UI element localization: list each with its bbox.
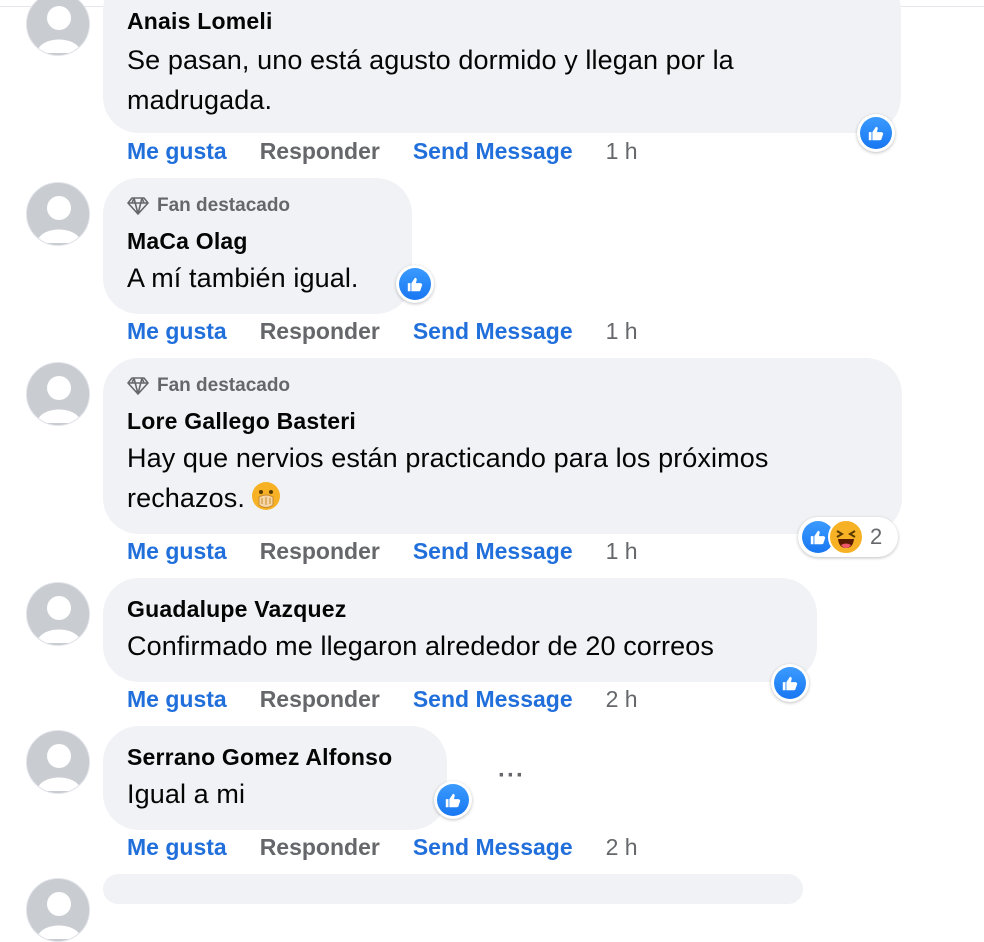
avatar[interactable] xyxy=(26,0,90,56)
like-reaction-badge[interactable] xyxy=(434,781,472,819)
comment-text: A mí también igual. xyxy=(127,258,388,298)
like-reaction-badge[interactable] xyxy=(857,114,895,152)
like-button[interactable]: Me gusta xyxy=(127,318,227,345)
reply-button[interactable]: Responder xyxy=(260,686,380,713)
timestamp[interactable]: 1 h xyxy=(606,538,638,565)
hand-over-mouth-emoji xyxy=(251,481,281,522)
like-reaction-badge[interactable] xyxy=(771,664,809,702)
comment-text: Confirmado me llegaron alrededor de 20 c… xyxy=(127,626,793,666)
comment-text-line: Igual a mi xyxy=(127,779,246,809)
comment-bubble xyxy=(103,874,803,904)
comment-bubble: Anais Lomeli Se pasan, uno está agusto d… xyxy=(103,0,901,133)
comment-author[interactable]: Serrano Gomez Alfonso xyxy=(127,742,423,772)
top-fan-label: Fan destacado xyxy=(157,195,291,216)
comment-author[interactable]: Lore Gallego Basteri xyxy=(127,406,878,436)
reply-button[interactable]: Responder xyxy=(260,538,380,565)
comment-text: Se pasan, uno está agusto dormido y lleg… xyxy=(127,40,877,120)
timestamp[interactable]: 1 h xyxy=(606,318,638,345)
like-button[interactable]: Me gusta xyxy=(127,538,227,565)
comment-author[interactable]: Anais Lomeli xyxy=(127,6,877,36)
reply-button[interactable]: Responder xyxy=(260,834,380,861)
send-message-button[interactable]: Send Message xyxy=(413,318,573,345)
avatar[interactable] xyxy=(26,582,90,646)
comment-bubble: Guadalupe Vazquez Confirmado me llegaron… xyxy=(103,578,817,682)
send-message-button[interactable]: Send Message xyxy=(413,834,573,861)
comment-actions: Me gusta Responder Send Message 2 h xyxy=(127,834,638,861)
avatar[interactable] xyxy=(26,182,90,246)
like-reaction-badge[interactable] xyxy=(396,265,434,303)
comment-bubble: Serrano Gomez Alfonso Igual a mi xyxy=(103,726,447,830)
comment-actions: Me gusta Responder Send Message 2 h xyxy=(127,686,638,713)
top-fan-label: Fan destacado xyxy=(157,375,291,396)
haha-icon xyxy=(828,519,864,555)
comment-text-line: A mí también igual. xyxy=(127,263,359,293)
comment-bubble: Fan destacado Lore Gallego Basteri Hay q… xyxy=(103,358,902,534)
comment-author[interactable]: MaCa Olag xyxy=(127,226,388,256)
reply-button[interactable]: Responder xyxy=(260,138,380,165)
avatar[interactable] xyxy=(26,730,90,794)
comment-text-line: Hay que nervios están practicando para l… xyxy=(127,443,769,473)
top-fan-badge: Fan destacado xyxy=(127,373,878,399)
comment-author[interactable]: Guadalupe Vazquez xyxy=(127,594,793,624)
comment-actions: Me gusta Responder Send Message 1 h xyxy=(127,538,638,565)
like-button[interactable]: Me gusta xyxy=(127,834,227,861)
timestamp[interactable]: 2 h xyxy=(606,834,638,861)
comment-text: Igual a mi xyxy=(127,774,423,814)
reply-button[interactable]: Responder xyxy=(260,318,380,345)
timestamp[interactable]: 2 h xyxy=(606,686,638,713)
like-icon xyxy=(437,784,469,816)
comment-text-line-content: rechazos. xyxy=(127,483,245,513)
send-message-button[interactable]: Send Message xyxy=(413,686,573,713)
like-icon xyxy=(860,117,892,149)
comment-text-line: Se pasan, uno está agusto dormido y lleg… xyxy=(127,45,734,75)
top-fan-badge: Fan destacado xyxy=(127,193,388,219)
like-icon xyxy=(774,667,806,699)
comment-text-line: Confirmado me llegaron alrededor de 20 c… xyxy=(127,631,714,661)
send-message-button[interactable]: Send Message xyxy=(413,138,573,165)
comment-actions: Me gusta Responder Send Message 1 h xyxy=(127,138,638,165)
like-button[interactable]: Me gusta xyxy=(127,138,227,165)
comment-text: Hay que nervios están practicando para l… xyxy=(127,438,878,522)
like-button[interactable]: Me gusta xyxy=(127,686,227,713)
send-message-button[interactable]: Send Message xyxy=(413,538,573,565)
diamond-icon xyxy=(127,377,149,395)
like-icon xyxy=(399,268,431,300)
avatar[interactable] xyxy=(26,362,90,426)
more-options-button[interactable]: ··· xyxy=(498,762,525,790)
comment-text-line: rechazos. xyxy=(127,478,878,522)
reactions-summary[interactable]: 2 xyxy=(798,517,898,557)
comment-bubble: Fan destacado MaCa Olag A mí también igu… xyxy=(103,178,412,314)
timestamp[interactable]: 1 h xyxy=(606,138,638,165)
diamond-icon xyxy=(127,197,149,215)
comment-actions: Me gusta Responder Send Message 1 h xyxy=(127,318,638,345)
reaction-count: 2 xyxy=(870,524,883,549)
comment-text-line: madrugada. xyxy=(127,85,273,115)
avatar[interactable] xyxy=(26,878,90,942)
